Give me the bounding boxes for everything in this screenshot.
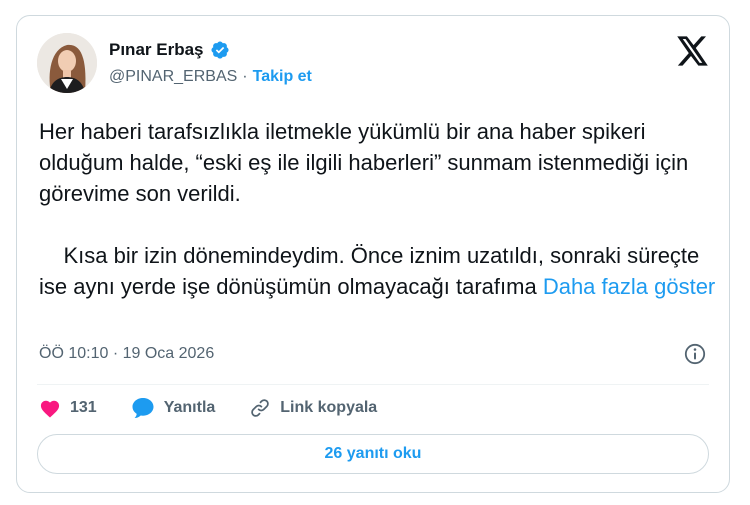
info-icon[interactable] — [683, 342, 707, 366]
copy-link-button[interactable]: Link kopyala — [249, 397, 377, 419]
action-bar: 131 Yanıtla Link kopyala — [39, 392, 411, 424]
x-logo-icon[interactable] — [677, 36, 709, 66]
like-button[interactable]: 131 — [39, 398, 97, 418]
heart-icon — [39, 398, 61, 418]
tweet-paragraph-1: Her haberi tarafsızlıkla iletmekle yüküm… — [39, 119, 695, 206]
read-replies-label: 26 yanıtı oku — [324, 445, 422, 462]
tweet-card: Pınar Erbaş @PINAR_ERBAS · Takip et Her … — [16, 15, 730, 493]
verified-badge-icon — [210, 40, 230, 60]
avatar[interactable] — [37, 33, 97, 93]
tweet-text: Her haberi tarafsızlıkla iletmekle yüküm… — [39, 116, 719, 302]
reply-button[interactable]: Yanıtla — [131, 397, 216, 419]
display-name[interactable]: Pınar Erbaş — [109, 40, 204, 60]
link-icon — [249, 397, 271, 419]
read-replies-button[interactable]: 26 yanıtı oku — [37, 434, 709, 474]
follow-button[interactable]: Takip et — [253, 68, 312, 86]
divider — [37, 384, 709, 385]
like-count: 131 — [70, 399, 97, 416]
reply-bubble-icon — [131, 397, 155, 419]
copy-link-label: Link kopyala — [280, 399, 378, 416]
show-more-link[interactable]: Daha fazla göster — [543, 274, 715, 299]
handle-separator: · — [242, 68, 248, 85]
handle[interactable]: @PINAR_ERBAS — [109, 68, 237, 86]
author-name-row: Pınar Erbaş — [109, 40, 230, 60]
tweet-timestamp[interactable]: ÖÖ 10:10 · 19 Oca 2026 — [39, 345, 214, 363]
handle-row: @PINAR_ERBAS · Takip et — [109, 68, 312, 86]
reply-label: Yanıtla — [163, 399, 216, 416]
